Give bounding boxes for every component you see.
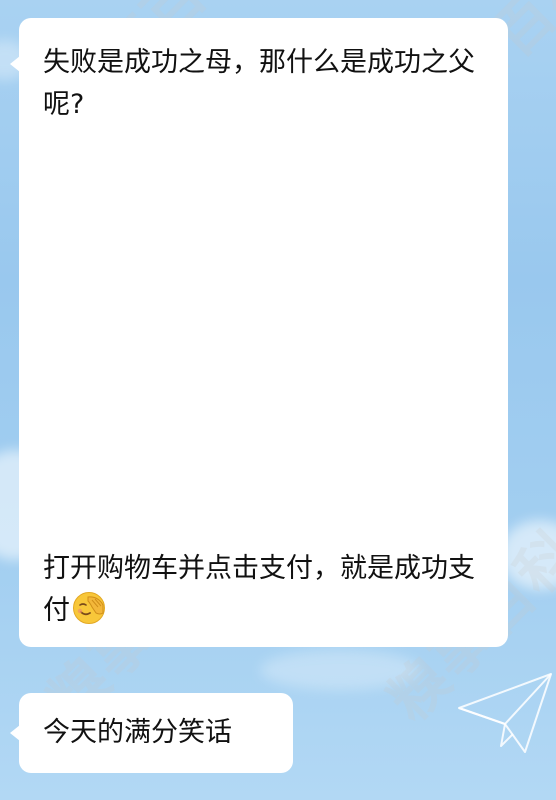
message-bubble[interactable]: 今天的满分笑话 — [10, 693, 293, 773]
cloud-decoration — [260, 650, 420, 690]
message-text: 今天的满分笑话 — [43, 717, 232, 748]
message-bubble[interactable]: 失败是成功之母，那什么是成功之父呢? 打开购物车并点击支付，就是成功支付 — [10, 18, 508, 647]
facepalm-emoji-icon — [73, 592, 105, 624]
joke-question-text: 失败是成功之母，那什么是成功之父呢? — [43, 47, 475, 120]
cloud-decoration — [500, 520, 556, 590]
joke-answer-text: 打开购物车并点击支付，就是成功支付 — [43, 553, 475, 626]
paper-plane-icon — [458, 673, 552, 753]
joke-answer-line: 打开购物车并点击支付，就是成功支付 — [43, 548, 482, 632]
